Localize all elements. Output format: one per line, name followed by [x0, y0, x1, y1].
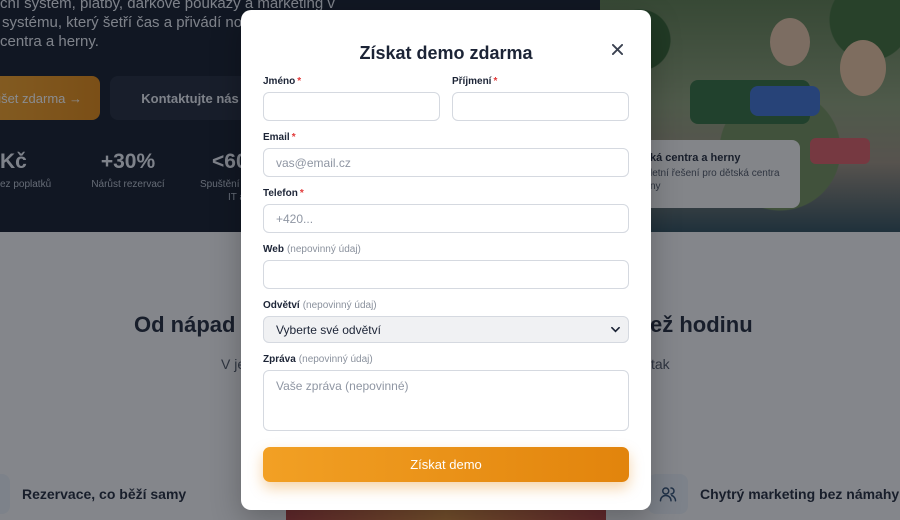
phone-label: Telefon *: [263, 188, 304, 199]
required-marker: *: [493, 76, 498, 87]
required-marker: *: [291, 132, 296, 143]
industry-label: Odvětví (nepovinný údaj): [263, 300, 377, 311]
required-marker: *: [297, 76, 302, 87]
last-name-input[interactable]: [452, 92, 629, 121]
modal-title: Získat demo zdarma: [359, 43, 533, 63]
email-input[interactable]: [263, 148, 629, 177]
label-text: Telefon: [263, 188, 298, 199]
chevron-down-icon: [611, 326, 620, 333]
get-demo-button[interactable]: Získat demo: [263, 447, 629, 482]
label-text: Odvětví: [263, 300, 300, 311]
label-text: Zpráva: [263, 354, 296, 365]
optional-hint: (nepovinný údaj): [286, 244, 361, 255]
message-label: Zpráva (nepovinný údaj): [263, 354, 373, 365]
label-text: Web: [263, 244, 284, 255]
web-input[interactable]: [263, 260, 629, 289]
message-textarea[interactable]: [263, 370, 629, 431]
label-text: Příjmení: [452, 76, 492, 87]
email-label: Email *: [263, 132, 296, 143]
optional-hint: (nepovinný údaj): [298, 354, 373, 365]
industry-selected-value: Vyberte své odvětví: [276, 322, 381, 337]
phone-input[interactable]: [263, 204, 629, 233]
demo-request-modal: Získat demo zdarma Jméno * Příjmení * Emai…: [241, 10, 651, 510]
industry-select[interactable]: Vyberte své odvětví: [263, 316, 629, 343]
close-icon: [611, 43, 623, 55]
first-name-label: Jméno *: [263, 76, 301, 87]
web-label: Web (nepovinný údaj): [263, 244, 361, 255]
close-button[interactable]: [607, 39, 627, 59]
first-name-input[interactable]: [263, 92, 440, 121]
required-marker: *: [299, 188, 304, 199]
label-text: Jméno: [263, 76, 296, 87]
label-text: Email: [263, 132, 290, 143]
optional-hint: (nepovinný údaj): [302, 300, 377, 311]
last-name-label: Příjmení *: [452, 76, 497, 87]
